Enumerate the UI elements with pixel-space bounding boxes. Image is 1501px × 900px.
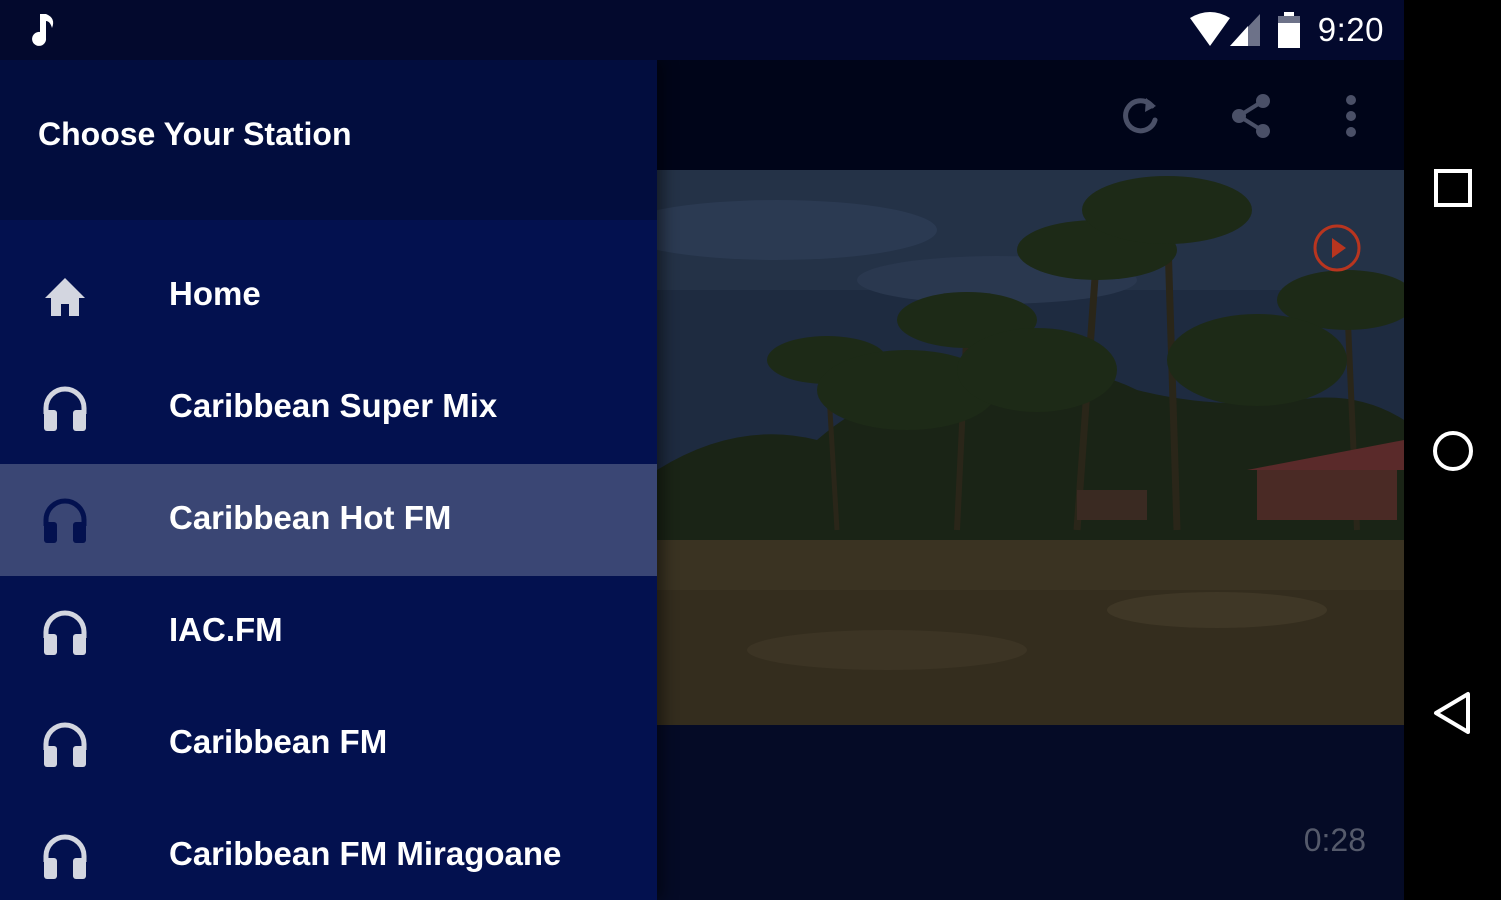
drawer-item-label: Caribbean FM xyxy=(169,723,388,760)
toolbar xyxy=(657,60,1404,170)
headphones-icon xyxy=(43,386,87,431)
play-circle-icon[interactable] xyxy=(1311,222,1363,274)
battery-icon xyxy=(1277,12,1300,48)
wifi-icon xyxy=(1189,12,1230,46)
share-icon[interactable] xyxy=(1224,88,1280,144)
back-triangle-icon[interactable] xyxy=(1428,688,1478,738)
music-note-icon xyxy=(32,14,54,46)
drawer-item-label: Caribbean FM Miragoane xyxy=(169,835,562,872)
recents-square-icon[interactable] xyxy=(1428,163,1478,213)
navigation-drawer: Choose Your Station Home Caribbean Super… xyxy=(0,60,657,900)
main-content: 0:28 xyxy=(657,60,1404,900)
status-bar: 9:20 xyxy=(0,0,1404,60)
drawer-header: Choose Your Station xyxy=(0,60,657,220)
cell-signal-icon xyxy=(1229,14,1260,46)
station-artwork xyxy=(657,170,1404,725)
drawer-item-home[interactable]: Home xyxy=(0,240,657,352)
headphones-icon xyxy=(43,722,87,767)
elapsed-time: 0:28 xyxy=(1303,822,1366,858)
status-time: 9:20 xyxy=(1317,11,1384,48)
home-circle-icon[interactable] xyxy=(1428,426,1478,476)
headphones-icon xyxy=(43,610,87,655)
player-bar: 0:28 xyxy=(657,725,1404,900)
drawer-item-iac-fm[interactable]: IAC.FM xyxy=(0,576,657,688)
drawer-item-label: Caribbean Super Mix xyxy=(169,387,498,424)
headphones-icon xyxy=(43,498,87,543)
system-nav-bar xyxy=(1404,0,1501,900)
drawer-item-caribbean-fm[interactable]: Caribbean FM xyxy=(0,688,657,800)
drawer-item-label: Caribbean Hot FM xyxy=(169,499,452,536)
drawer-title: Choose Your Station xyxy=(38,116,352,152)
app-screen: 9:20 0:28 Choose Your Station Home Carib… xyxy=(0,0,1404,900)
drawer-item-label: Home xyxy=(169,275,261,312)
station-list: Home Caribbean Super Mix Caribbean Hot F… xyxy=(0,240,657,900)
drawer-item-caribbean-hot-fm[interactable]: Caribbean Hot FM xyxy=(0,464,657,576)
headphones-icon xyxy=(43,834,87,879)
drawer-item-caribbean-fm-miragoane[interactable]: Caribbean FM Miragoane xyxy=(0,800,657,900)
more-vert-icon[interactable] xyxy=(1323,88,1379,144)
drawer-item-label: IAC.FM xyxy=(169,611,283,648)
drawer-item-caribbean-super-mix[interactable]: Caribbean Super Mix xyxy=(0,352,657,464)
home-icon xyxy=(45,278,85,316)
status-icons: 9:20 xyxy=(1188,8,1384,52)
refresh-icon[interactable] xyxy=(1112,88,1168,144)
